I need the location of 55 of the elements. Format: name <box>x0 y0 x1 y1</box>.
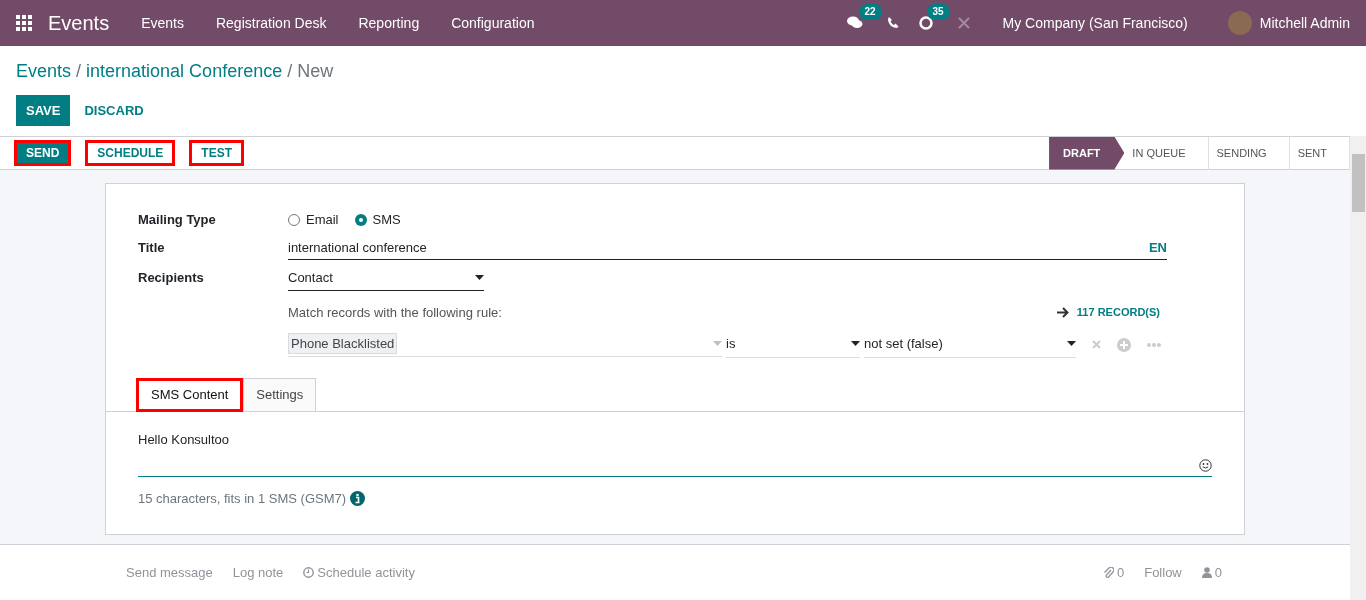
radio-option[interactable]: SMS <box>354 210 401 230</box>
scrollbar[interactable] <box>1350 136 1366 600</box>
field-label: Recipients <box>138 269 205 287</box>
field-label: Title <box>138 238 166 257</box>
caret-icon <box>475 275 484 281</box>
tab[interactable]: Settings <box>243 377 317 412</box>
language-button[interactable]: EN <box>1148 237 1167 257</box>
person-icon <box>1201 567 1212 578</box>
status-stage[interactable]: SENDING <box>1208 136 1290 170</box>
title-field[interactable]: international conference EN <box>288 237 1167 260</box>
paperclip-icon <box>1102 566 1114 579</box>
chat-icon[interactable] <box>846 16 863 30</box>
breadcrumb-separator: / <box>287 60 293 83</box>
user-menu[interactable]: Mitchell Admin <box>1259 12 1350 34</box>
radio-option[interactable]: Email <box>288 210 339 230</box>
phone-icon[interactable] <box>886 17 899 29</box>
smiley-icon[interactable] <box>1199 458 1212 472</box>
company-switcher[interactable]: My Company (San Francisco) <box>1002 12 1188 34</box>
caret-icon <box>713 340 722 346</box>
action-button[interactable]: SCHEDULE <box>85 140 176 166</box>
send-button[interactable]: SEND <box>14 140 72 166</box>
tab[interactable]: SMS Content <box>136 377 244 412</box>
rule-operator-select[interactable]: is <box>726 332 860 358</box>
rule-field-select[interactable]: Phone Blacklisted <box>288 332 722 357</box>
user-avatar <box>1227 11 1252 35</box>
menu-item[interactable]: Configuration <box>451 12 535 34</box>
field-label: Mailing Type <box>138 211 217 229</box>
status-stage[interactable]: DRAFT <box>1049 136 1125 170</box>
rule-hint: Match records with the following rule: <box>288 303 502 322</box>
caret-icon <box>1067 341 1076 347</box>
records-link[interactable]: 117 RECORD(S) <box>1076 304 1160 321</box>
menu-item[interactable]: Registration Desk <box>215 12 327 34</box>
recipients-select[interactable]: Contact <box>288 268 484 291</box>
save-button[interactable]: SAVE <box>16 95 71 126</box>
menu-item[interactable]: Reporting <box>358 12 420 34</box>
breadcrumb-separator: / <box>76 60 82 83</box>
breadcrumb-link[interactable]: Events <box>16 58 72 85</box>
status-stage[interactable]: IN QUEUE <box>1124 136 1209 170</box>
breadcrumb-current: New <box>297 60 334 83</box>
clock-icon[interactable] <box>918 16 933 30</box>
action-button[interactable]: TEST <box>189 140 245 166</box>
sms-info-text: 15 characters, fits in 1 SMS (GSM7) <box>138 489 347 508</box>
caret-icon <box>851 341 860 347</box>
app-title[interactable]: Events <box>48 8 110 38</box>
clock-icon <box>303 567 315 578</box>
sms-body-field[interactable]: Hello Konsultoo <box>138 429 1212 477</box>
rule-value-select[interactable]: not set (false) <box>864 332 1076 358</box>
menu-item[interactable]: Events <box>141 12 184 34</box>
discard-button[interactable]: DISCARD <box>74 95 154 126</box>
apps-grid-icon[interactable] <box>16 15 32 31</box>
info-icon <box>350 490 366 506</box>
message-count-badge: 22 <box>858 4 882 20</box>
breadcrumb-link[interactable]: international Conference <box>86 58 283 85</box>
arrow-right-icon <box>1056 306 1069 318</box>
activity-count-badge: 35 <box>926 4 950 20</box>
